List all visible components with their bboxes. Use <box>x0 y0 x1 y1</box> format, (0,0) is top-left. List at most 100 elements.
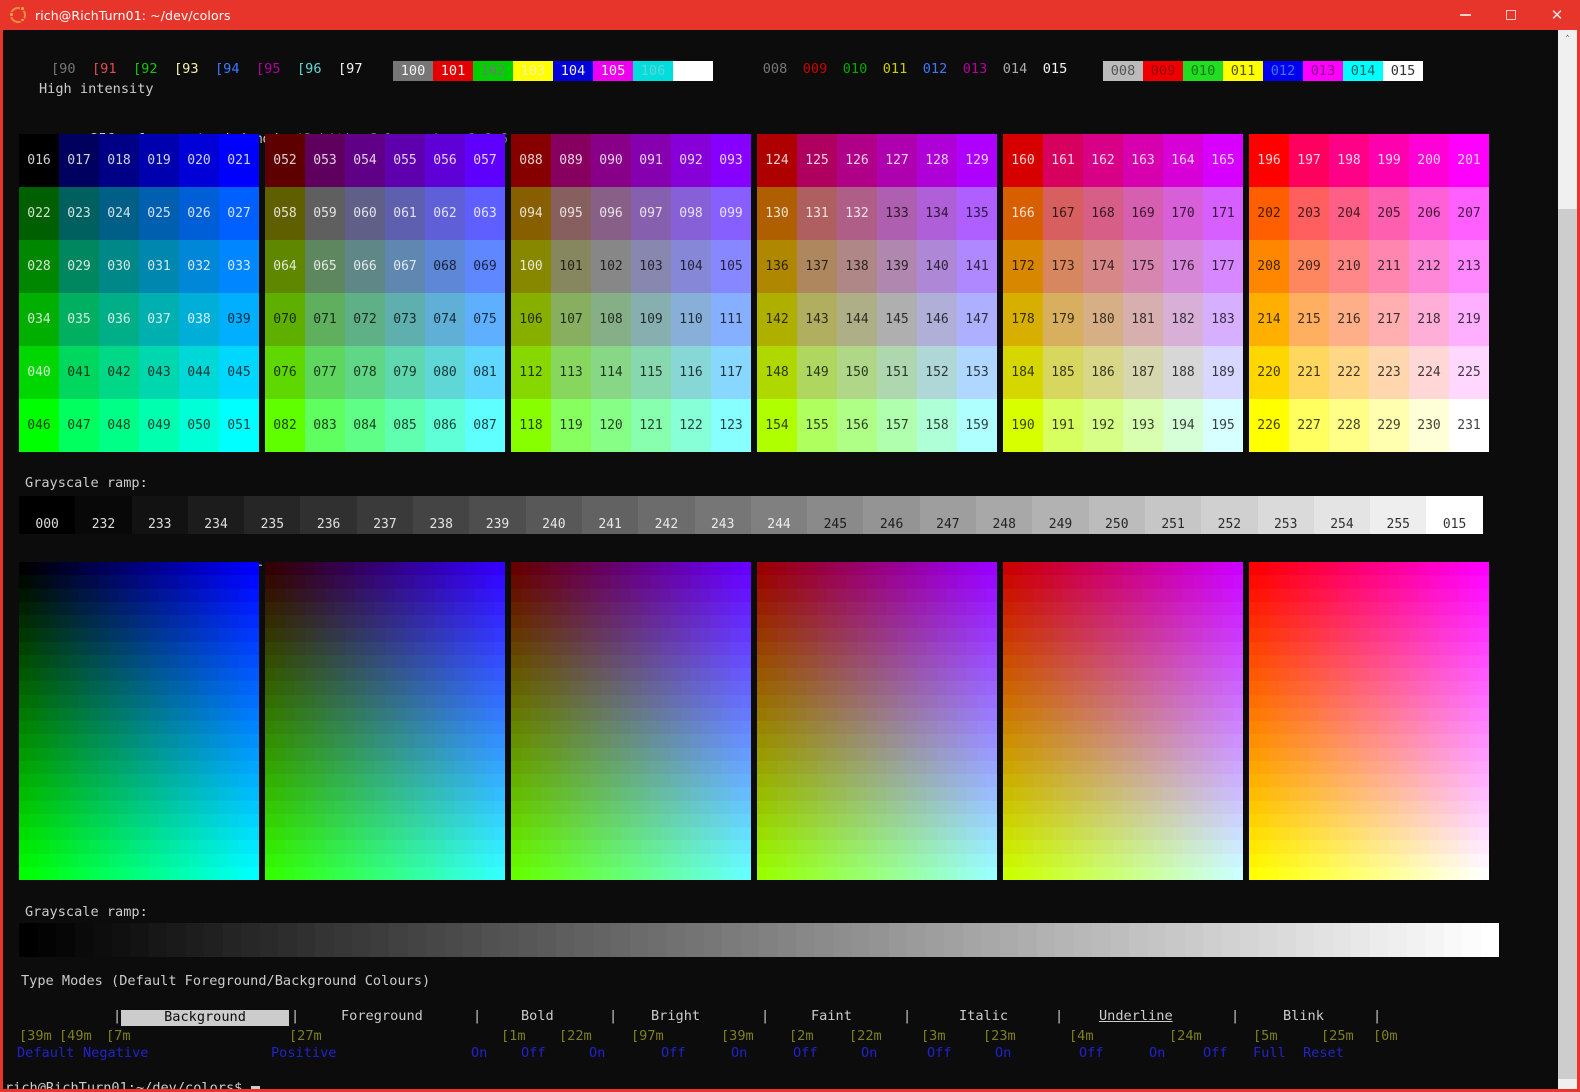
close-button[interactable]: ✕ <box>1534 0 1580 30</box>
cube-cell-166: 166 <box>1003 187 1043 240</box>
grayscale-cell-254: 254 <box>1314 496 1370 534</box>
cube-cell-133: 133 <box>877 187 917 240</box>
grayscale-cell-244: 244 <box>751 496 807 534</box>
escape-code-49m: [49m <box>59 1030 92 1044</box>
cube-cell-37: 037 <box>139 293 179 346</box>
cube-cell-173: 173 <box>1043 240 1083 293</box>
cube-cell-178: 178 <box>1003 293 1043 346</box>
cube-cell-169: 169 <box>1123 187 1163 240</box>
cube-cell-114: 114 <box>591 346 631 399</box>
grayscale-label-256: Grayscale ramp: <box>25 476 148 490</box>
cube-cell-190: 190 <box>1003 399 1043 452</box>
cube-cell-17: 017 <box>59 134 99 187</box>
cube-cell-67: 067 <box>385 240 425 293</box>
cube-cell-215: 215 <box>1289 293 1329 346</box>
escape-code-3m: [3m <box>921 1030 946 1044</box>
grayscale-cell-015: 015 <box>1426 496 1482 534</box>
cube-cell-115: 115 <box>631 346 671 399</box>
cube-cell-230: 230 <box>1409 399 1449 452</box>
cube-cell-103: 103 <box>631 240 671 293</box>
cube-cell-199: 199 <box>1369 134 1409 187</box>
cube-cell-91: 091 <box>631 134 671 187</box>
cube-cell-125: 125 <box>797 134 837 187</box>
ansi-fg-code-011: 011 <box>875 63 915 77</box>
cube-cell-225: 225 <box>1449 346 1489 399</box>
cube-cell-193: 193 <box>1123 399 1163 452</box>
escape-code-22m: [22m <box>559 1030 592 1044</box>
scrollbar-thumb[interactable] <box>1558 209 1577 1079</box>
cube-cell-55: 055 <box>385 134 425 187</box>
type-mode-value: Off <box>793 1047 818 1061</box>
cube-cell-89: 089 <box>551 134 591 187</box>
maximize-button[interactable] <box>1488 0 1534 30</box>
cube-cell-32: 032 <box>179 240 219 293</box>
cube-cell-126: 126 <box>837 134 877 187</box>
cube-cell-138: 138 <box>837 240 877 293</box>
cube-cell-205: 205 <box>1369 187 1409 240</box>
ansi-bg2-swatch-009: 009 <box>1143 61 1183 81</box>
cube-cell-122: 122 <box>671 399 711 452</box>
type-modes-title: Type Modes (Default Foreground/Backgroun… <box>21 975 430 989</box>
cube-cell-94: 094 <box>511 187 551 240</box>
cube-cell-129: 129 <box>957 134 997 187</box>
cube-cell-87: 087 <box>465 399 505 452</box>
cube-cell-229: 229 <box>1369 399 1409 452</box>
cube-cell-83: 083 <box>305 399 345 452</box>
cube-cell-23: 023 <box>59 187 99 240</box>
ansi-code-95: [95 <box>256 63 297 77</box>
cube-cell-140: 140 <box>917 240 957 293</box>
grayscale-ramp-truecolour <box>19 923 1499 957</box>
scroll-up-icon[interactable]: ˄ <box>1558 30 1577 49</box>
window-controls: ✕ <box>1442 0 1580 30</box>
grayscale-cell-252: 252 <box>1201 496 1257 534</box>
type-mode-header-background: Background <box>121 1010 289 1026</box>
cube-cell-98: 098 <box>671 187 711 240</box>
cube-cell-189: 189 <box>1203 346 1243 399</box>
cube-cell-22: 022 <box>19 187 59 240</box>
cube-cell-180: 180 <box>1083 293 1123 346</box>
cube-cell-18: 018 <box>99 134 139 187</box>
cube-cell-137: 137 <box>797 240 837 293</box>
cube-cell-82: 082 <box>265 399 305 452</box>
cube-cell-204: 204 <box>1329 187 1369 240</box>
cube-cell-48: 048 <box>99 399 139 452</box>
cube-cell-109: 109 <box>631 293 671 346</box>
cube-cell-75: 075 <box>465 293 505 346</box>
cube-cell-41: 041 <box>59 346 99 399</box>
cube-cell-130: 130 <box>757 187 797 240</box>
terminal-window: rich@RichTurn01: ~/dev/colors ✕ [90[91[9… <box>0 0 1580 1092</box>
cube-cell-49: 049 <box>139 399 179 452</box>
scrollbar-track[interactable] <box>1558 49 1577 1070</box>
cube-cell-45: 045 <box>219 346 259 399</box>
cube-cell-144: 144 <box>837 293 877 346</box>
ansi-code-90: [90 <box>51 63 92 77</box>
cube-cell-214: 214 <box>1249 293 1289 346</box>
cube-cell-113: 113 <box>551 346 591 399</box>
grayscale-cell-245: 245 <box>807 496 863 534</box>
truecolour-panel-red-255 <box>1249 562 1489 880</box>
shell-prompt[interactable]: rich@RichTurn01:~/dev/colors$ <box>5 1082 260 1089</box>
truecolour-panel-red-204 <box>1003 562 1243 880</box>
cube-cell-200: 200 <box>1409 134 1449 187</box>
maximize-icon <box>1506 10 1516 20</box>
cube-cell-47: 047 <box>59 399 99 452</box>
cube-cell-157: 157 <box>877 399 917 452</box>
cube-cell-80: 080 <box>425 346 465 399</box>
cube-cell-231: 231 <box>1449 399 1489 452</box>
type-mode-value: Full <box>1253 1047 1286 1061</box>
grayscale-cell-255: 255 <box>1370 496 1426 534</box>
escape-code-0m: [0m <box>1373 1030 1398 1044</box>
cube-cell-151: 151 <box>877 346 917 399</box>
grayscale-cell-247: 247 <box>920 496 976 534</box>
grayscale-cell-249: 249 <box>1032 496 1088 534</box>
grayscale-cell-253: 253 <box>1258 496 1314 534</box>
ansi-bg-swatch-107: 107 <box>673 61 713 81</box>
scrollbar[interactable]: ˄ ˅ <box>1558 30 1577 1089</box>
terminal-screen[interactable]: [90[91[92[93[94[95[96[97 100101102103104… <box>3 30 1558 1089</box>
ansi-bg2-swatch-011: 011 <box>1223 61 1263 81</box>
cube-cell-108: 108 <box>591 293 631 346</box>
minimize-button[interactable] <box>1442 0 1488 30</box>
cursor <box>251 1086 260 1089</box>
cube-cell-20: 020 <box>179 134 219 187</box>
cube-cell-33: 033 <box>219 240 259 293</box>
